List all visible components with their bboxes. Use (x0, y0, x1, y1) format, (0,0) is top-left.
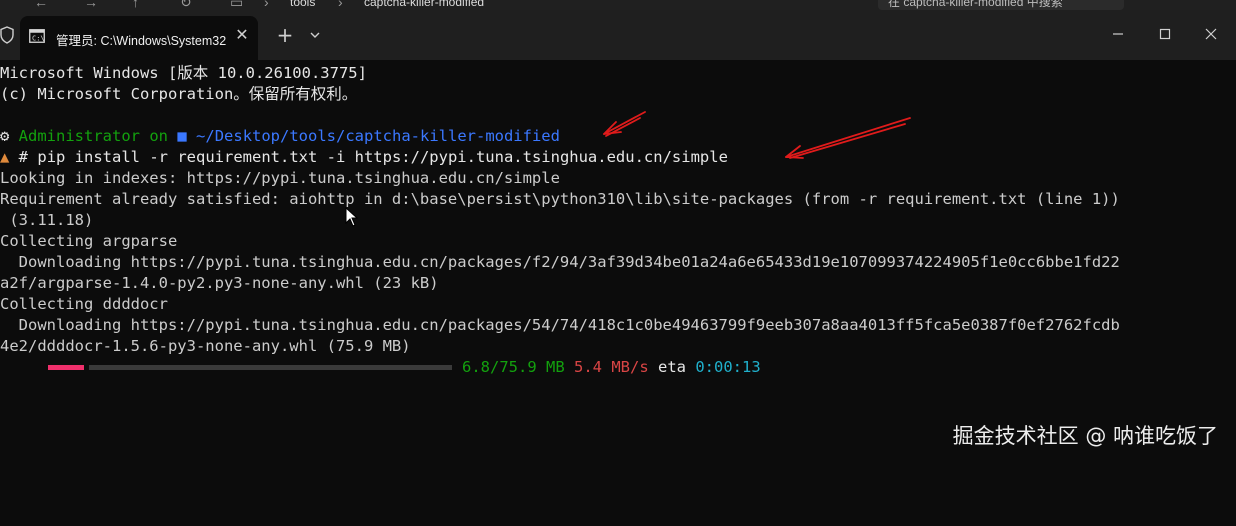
output-line: a2f/argparse-1.4.0-py2.py3-none-any.whl … (0, 274, 439, 292)
explorer-address-strip: ← → ↑ ↻ ▭ › tools › captcha-killer-modif… (0, 0, 1236, 10)
output-line: Downloading https://pypi.tuna.tsinghua.e… (0, 316, 1120, 334)
monitor-icon: ▭ (230, 0, 244, 10)
chevron-down-icon[interactable] (306, 26, 324, 44)
tab-close-icon[interactable]: ✕ (232, 25, 252, 45)
tab-title: 管理员: C:\Windows\System32 (56, 34, 227, 48)
back-icon[interactable]: ← (34, 0, 48, 10)
progress-eta: 0:00:13 (695, 358, 761, 376)
svg-text:C:\: C:\ (32, 35, 45, 43)
download-progress-bar (48, 365, 452, 370)
prompt-path: ~/Desktop/tools/captcha-killer-modified (196, 127, 560, 145)
prompt-user: Administrator (18, 127, 140, 145)
refresh-icon[interactable]: ↻ (180, 0, 192, 10)
banner-line: (c) Microsoft Corporation。保留所有权利。 (0, 85, 358, 103)
close-icon[interactable] (1199, 22, 1223, 46)
annotation-arrow-path (603, 111, 646, 137)
progress-size: 6.8/75.9 MB (462, 358, 565, 376)
progress-eta-label: eta (658, 358, 686, 376)
banner-line: Microsoft Windows [版本 10.0.26100.3775] (0, 64, 367, 82)
command-line: ▲ # pip install -r requirement.txt -i ht… (0, 147, 728, 168)
prompt-symbol: # (18, 148, 29, 166)
maximize-icon[interactable] (1153, 22, 1177, 46)
gear-icon: ⚙ (0, 127, 19, 145)
progress-speed: 5.4 MB/s (574, 358, 649, 376)
breadcrumb-current-folder[interactable]: captcha-killer-modified (364, 0, 484, 9)
progress-track (89, 365, 452, 370)
prompt-line: ⚙ Administrator on ■ ~/Desktop/tools/cap… (0, 126, 560, 147)
chevron-right-icon: › (264, 0, 269, 10)
explorer-search-box[interactable]: 在 captcha-killer-modified 中搜索 (878, 0, 1124, 10)
watermark-text: 掘金技术社区 @ 呐谁吃饭了 (952, 424, 1218, 448)
minimize-icon[interactable] (1106, 22, 1130, 46)
shield-icon (0, 26, 14, 44)
tab-admin-cmd[interactable]: C:\ 管理员: C:\Windows\System32 ✕ (20, 16, 258, 60)
output-line: Collecting argparse (0, 232, 178, 250)
output-line: Downloading https://pypi.tuna.tsinghua.e… (0, 253, 1120, 271)
terminal-icon: C:\ (29, 29, 45, 43)
prompt-on: on (149, 127, 169, 145)
output-line: Collecting ddddocr (0, 295, 168, 313)
forward-icon[interactable]: → (84, 0, 98, 10)
annotation-arrow-command (785, 117, 911, 159)
folder-icon: ■ (177, 127, 197, 145)
chevron-right-icon: › (338, 0, 343, 10)
output-line: 4e2/ddddocr-1.5.6-py3-none-any.whl (75.9… (0, 337, 411, 355)
progress-fill (48, 365, 84, 370)
new-tab-button[interactable]: + (274, 24, 296, 46)
output-line: Looking in indexes: https://pypi.tuna.ts… (0, 169, 560, 187)
terminal-output[interactable]: Microsoft Windows [版本 10.0.26100.3775] (… (0, 60, 1236, 526)
output-line: Requirement already satisfied: aiohttp i… (0, 190, 1120, 208)
command-text: pip install -r requirement.txt -i https:… (37, 148, 728, 166)
breadcrumb-tools[interactable]: tools (290, 0, 315, 9)
output-line: (3.11.18) (0, 211, 94, 229)
lightning-icon: ▲ (0, 148, 19, 166)
terminal-titlebar: C:\ 管理员: C:\Windows\System32 ✕ + (0, 10, 1236, 60)
up-icon[interactable]: ↑ (132, 0, 139, 10)
progress-stats: 6.8/75.9 MB 5.4 MB/s eta 0:00:13 (462, 357, 761, 378)
mouse-cursor-icon (345, 207, 359, 227)
